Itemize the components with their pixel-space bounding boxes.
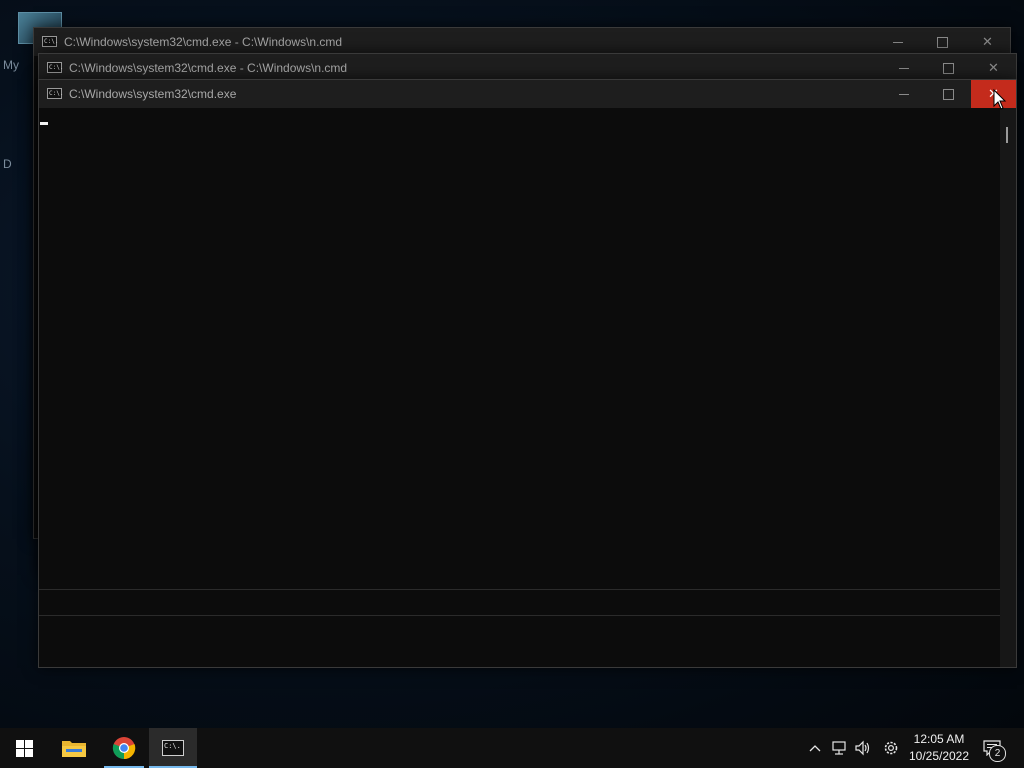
maximize-button[interactable] [926,80,971,108]
volume-icon[interactable] [851,736,875,760]
close-icon: ✕ [982,34,993,49]
system-clock[interactable]: 12:05 AM 10/25/2022 [905,731,973,765]
cmd-app-icon[interactable]: C:\. [42,36,58,47]
settings-gear-icon[interactable] [879,736,903,760]
maximize-icon [937,37,948,49]
scrollbar-thumb[interactable] [1006,127,1008,143]
window-title: C:\Windows\system32\cmd.exe - C:\Windows… [69,61,348,75]
cmd-window-front[interactable]: C:\. C:\Windows\system32\cmd.exe ✕ [38,79,1017,668]
desktop-icon-label[interactable]: My [3,58,19,72]
clock-time: 12:05 AM [913,732,965,746]
window-title: C:\Windows\system32\cmd.exe [69,87,237,101]
minimize-button[interactable] [881,80,926,108]
vertical-scrollbar[interactable] [1000,108,1016,667]
minimize-button[interactable] [881,54,926,82]
clock-date: 10/25/2022 [908,749,970,763]
chrome-button[interactable] [100,728,148,768]
title-bar[interactable]: C:\. C:\Windows\system32\cmd.exe - C:\Wi… [39,54,1016,82]
close-button[interactable]: ✕ [965,28,1010,56]
maximize-button[interactable] [920,28,965,56]
chrome-icon [112,737,136,760]
minimize-button[interactable] [875,28,920,56]
close-button[interactable]: ✕ [971,54,1016,82]
command-prompt-taskbar-button[interactable]: C:\. [149,728,197,768]
title-bar[interactable]: C:\. C:\Windows\system32\cmd.exe ✕ [39,80,1016,108]
console-output-area[interactable] [39,108,1000,667]
console-divider [39,615,1000,616]
cmd-taskbar-icon: C:\. [162,740,184,756]
start-button[interactable] [0,728,48,768]
folder-icon [62,741,86,757]
desktop: My D C:\. C:\Windows\system32\cmd.exe - … [0,0,1024,728]
close-icon: ✕ [988,60,999,75]
title-bar[interactable]: C:\. C:\Windows\system32\cmd.exe - C:\Wi… [34,28,1010,56]
text-cursor [40,122,48,125]
minimize-icon [892,42,903,44]
show-hidden-icons-chevron-icon[interactable] [803,736,827,760]
network-icon[interactable] [827,736,851,760]
minimize-icon [898,68,909,70]
window-title: C:\Windows\system32\cmd.exe - C:\Windows… [64,35,343,49]
cmd-app-icon[interactable]: C:\. [47,62,63,73]
maximize-icon [943,89,954,101]
taskbar: C:\. 12:05 AM 10/25/2022 2 [0,728,1024,768]
console-divider [39,589,1000,590]
windows-logo-icon [15,739,33,757]
maximize-button[interactable] [926,54,971,82]
maximize-icon [943,63,954,75]
minimize-icon [898,94,909,96]
mouse-pointer-icon [993,89,1007,110]
desktop-icon-label[interactable]: D [3,157,12,171]
notification-count-badge: 2 [989,745,1006,762]
file-explorer-button[interactable] [50,728,98,768]
cmd-app-icon[interactable]: C:\. [47,88,63,99]
